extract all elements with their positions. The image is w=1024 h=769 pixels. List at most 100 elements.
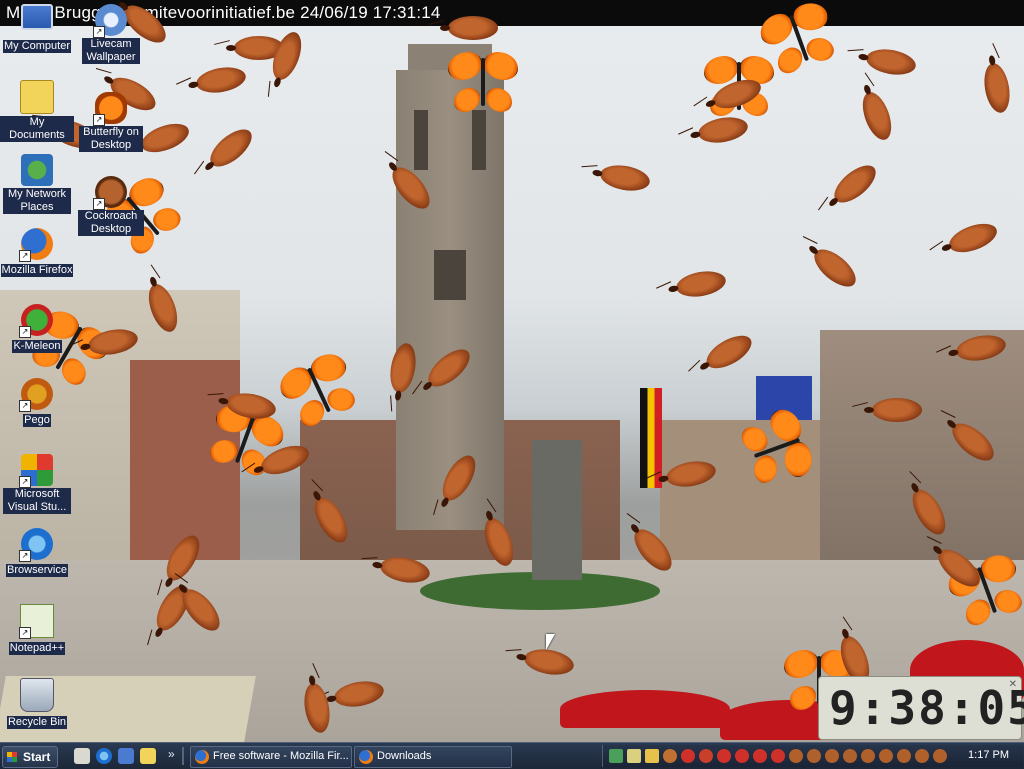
cockroach-tray-icon[interactable] bbox=[915, 749, 929, 763]
notepad-plus-plus-icon: ↗ bbox=[19, 604, 54, 639]
clock-widget[interactable]: 9:38:05 ✕ bbox=[818, 676, 1024, 740]
cockroach-tray-icon[interactable] bbox=[843, 749, 857, 763]
red-umbrella bbox=[560, 690, 730, 728]
icon-label: Browservice bbox=[6, 564, 68, 577]
task-label: Downloads bbox=[377, 750, 432, 762]
documents-folder-icon bbox=[20, 80, 54, 114]
windows-logo-icon bbox=[7, 752, 17, 762]
cockroach-sprite[interactable] bbox=[598, 161, 652, 195]
tray-app-icon[interactable] bbox=[627, 749, 641, 763]
browservice-icon: ↗ bbox=[19, 528, 53, 562]
tray-app-icon[interactable] bbox=[681, 749, 695, 763]
icon-label: My Documents bbox=[0, 116, 74, 142]
cockroach-icon: ↗ bbox=[93, 176, 127, 210]
cockroach-tray-icon[interactable] bbox=[861, 749, 875, 763]
cockroach-sprite[interactable] bbox=[674, 267, 728, 301]
desktop-icon-notepad-plus-plus[interactable]: ↗ Notepad++ bbox=[0, 604, 74, 656]
mouse-cursor-icon bbox=[546, 634, 555, 650]
cockroach-sprite[interactable] bbox=[204, 122, 258, 174]
cockroach-sprite[interactable] bbox=[696, 113, 750, 147]
tray-app-icon[interactable] bbox=[753, 749, 767, 763]
desktop-wallpaper: Markt Brugge - comitevoorinitiatief.be 2… bbox=[0, 0, 1024, 742]
cockroach-sprite[interactable] bbox=[857, 88, 897, 144]
taskbar: Start » Free software - Mozilla Fir... D… bbox=[0, 742, 1024, 769]
tray-app-icon[interactable] bbox=[717, 749, 731, 763]
start-button[interactable]: Start bbox=[2, 746, 58, 768]
icon-label: Cockroach Desktop bbox=[78, 210, 144, 236]
icon-label: Livecam Wallpaper bbox=[82, 38, 140, 64]
icon-label: Microsoft Visual Stu... bbox=[3, 488, 71, 514]
k-meleon-icon: ↗ bbox=[19, 304, 53, 338]
desktop-icon-recycle-bin[interactable]: Recycle Bin bbox=[0, 678, 74, 730]
butterfly-icon: ↗ bbox=[93, 92, 127, 126]
cockroach-tray-icon[interactable] bbox=[663, 749, 677, 763]
icon-label: Recycle Bin bbox=[6, 716, 68, 729]
computer-icon bbox=[21, 4, 53, 36]
internet-explorer-icon[interactable] bbox=[96, 748, 112, 764]
desktop-icon-livecam-wallpaper[interactable]: ↗ Livecam Wallpaper bbox=[74, 4, 148, 65]
butterfly-sprite[interactable] bbox=[448, 52, 518, 112]
cockroach-sprite[interactable] bbox=[864, 398, 922, 422]
icon-label: My Network Places bbox=[3, 188, 71, 214]
cockroach-sprite[interactable] bbox=[440, 16, 498, 40]
tray-app-icon[interactable] bbox=[771, 749, 785, 763]
statue bbox=[532, 440, 582, 580]
windows-media-icon[interactable] bbox=[118, 748, 134, 764]
guild-houses bbox=[820, 330, 1024, 590]
firefox-icon: ↗ bbox=[19, 228, 53, 262]
cockroach-tray-icon[interactable] bbox=[933, 749, 947, 763]
chevron-more-icon[interactable]: » bbox=[168, 747, 175, 761]
tray-app-icon[interactable] bbox=[735, 749, 749, 763]
cockroach-tray-icon[interactable] bbox=[897, 749, 911, 763]
tray-app-icon[interactable] bbox=[609, 749, 623, 763]
belfry-tower bbox=[396, 70, 504, 530]
tray-app-icon[interactable] bbox=[645, 749, 659, 763]
icon-label: Pego bbox=[23, 414, 51, 427]
icon-label: Butterfly on Desktop bbox=[79, 126, 143, 152]
desktop-icon-my-documents[interactable]: My Documents bbox=[0, 80, 74, 143]
quicklaunch-divider bbox=[182, 747, 184, 765]
desktop-icon-network-places[interactable]: My Network Places bbox=[0, 154, 74, 215]
cockroach-sprite[interactable] bbox=[267, 28, 307, 84]
icon-label: Mozilla Firefox bbox=[0, 264, 74, 277]
icon-label: My Computer bbox=[2, 40, 72, 53]
close-icon[interactable]: ✕ bbox=[1009, 679, 1017, 690]
start-label: Start bbox=[23, 750, 51, 764]
tray-clock[interactable]: 1:17 PM bbox=[968, 749, 1009, 761]
firefox-icon bbox=[359, 750, 373, 764]
cockroach-sprite[interactable] bbox=[945, 218, 1001, 258]
pego-icon: ↗ bbox=[19, 378, 53, 412]
firefox-icon bbox=[195, 750, 209, 764]
show-desktop-icon[interactable] bbox=[74, 748, 90, 764]
livecam-icon: ↗ bbox=[93, 4, 127, 38]
desktop-icon-k-meleon[interactable]: ↗ K-Meleon bbox=[0, 304, 74, 354]
cockroach-tray-icon[interactable] bbox=[879, 749, 893, 763]
visual-studio-icon: ↗ bbox=[19, 454, 53, 488]
cockroach-tray-icon[interactable] bbox=[825, 749, 839, 763]
cockroach-tray-icon[interactable] bbox=[807, 749, 821, 763]
task-button-firefox[interactable]: Free software - Mozilla Fir... bbox=[190, 746, 352, 768]
cockroach-sprite[interactable] bbox=[701, 329, 757, 375]
clock-time: 9:38:05 bbox=[829, 681, 1024, 735]
network-places-icon bbox=[21, 154, 53, 186]
desktop-icon-visual-studio[interactable]: ↗ Microsoft Visual Stu... bbox=[0, 454, 74, 515]
system-tray: 1:17 PM bbox=[602, 745, 1023, 767]
recycle-bin-icon bbox=[20, 678, 54, 712]
cockroach-sprite[interactable] bbox=[808, 242, 862, 294]
task-button-downloads[interactable]: Downloads bbox=[354, 746, 512, 768]
explorer-folder-icon[interactable] bbox=[140, 748, 156, 764]
desktop-icon-cockroach-desktop[interactable]: ↗ Cockroach Desktop bbox=[74, 176, 148, 237]
desktop-icon-butterfly-on-desktop[interactable]: ↗ Butterfly on Desktop bbox=[74, 92, 148, 153]
desktop-icon-pego[interactable]: ↗ Pego bbox=[0, 378, 74, 428]
cockroach-tray-icon[interactable] bbox=[789, 749, 803, 763]
desktop-icon-browservice[interactable]: ↗ Browservice bbox=[0, 528, 74, 578]
cockroach-sprite[interactable] bbox=[194, 63, 248, 97]
icon-label: K-Meleon bbox=[12, 340, 62, 353]
desktop-icon-my-computer[interactable]: My Computer bbox=[0, 4, 74, 54]
cockroach-sprite[interactable] bbox=[980, 61, 1014, 115]
desktop-icon-firefox[interactable]: ↗ Mozilla Firefox bbox=[0, 228, 74, 278]
tray-app-icon[interactable] bbox=[699, 749, 713, 763]
cockroach-sprite[interactable] bbox=[828, 158, 882, 210]
task-label: Free software - Mozilla Fir... bbox=[213, 750, 349, 762]
cockroach-sprite[interactable] bbox=[864, 45, 918, 79]
